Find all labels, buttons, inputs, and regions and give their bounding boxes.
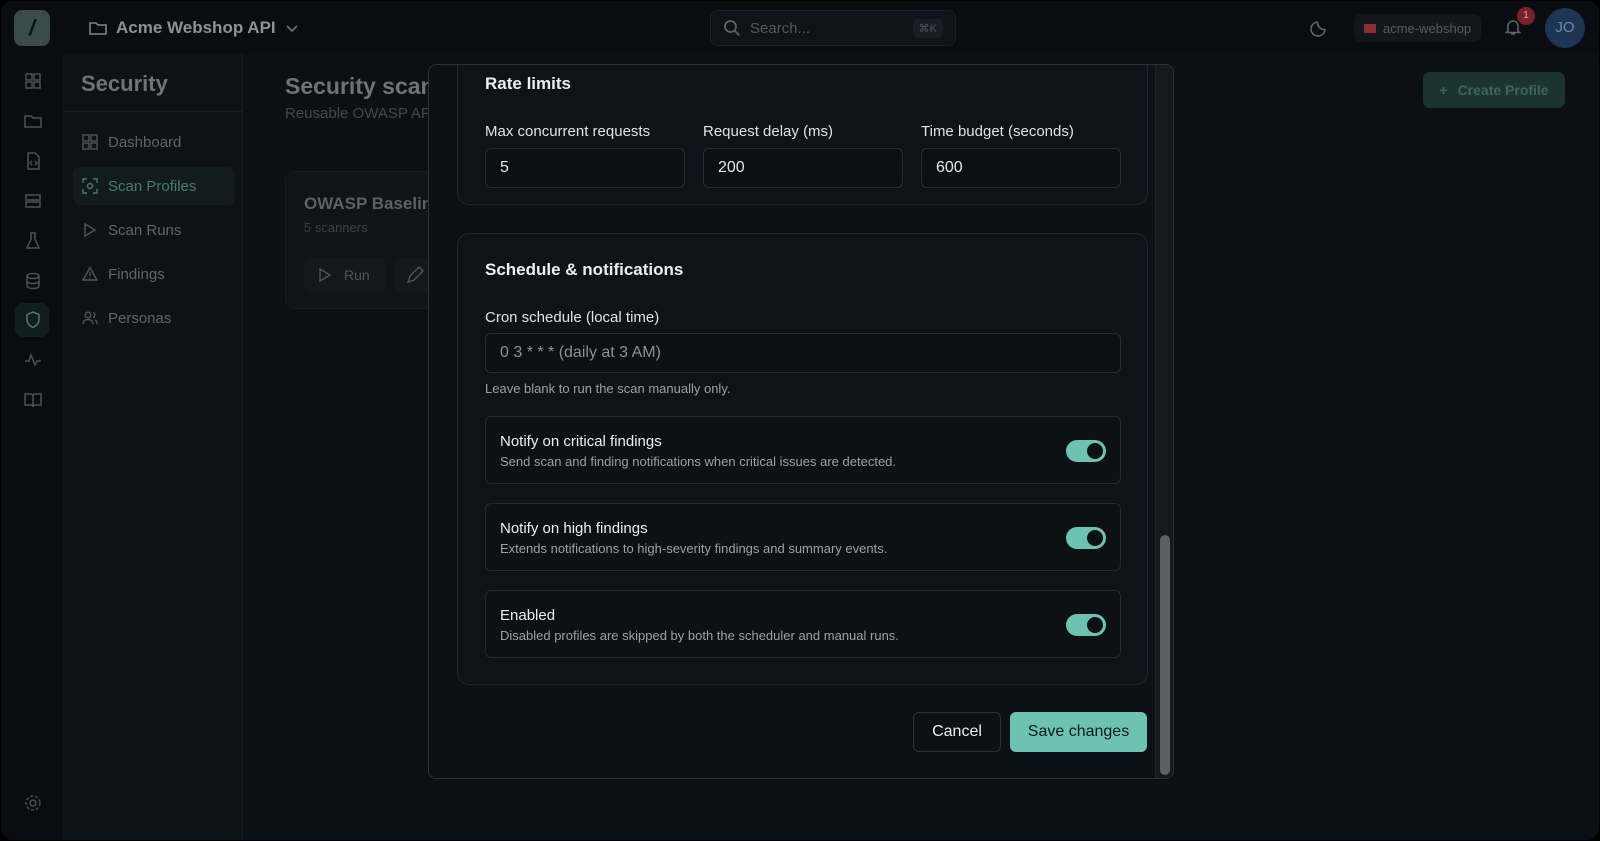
toggle-row-high: Notify on high findings Extends notifica…	[485, 503, 1121, 571]
users-icon	[82, 311, 98, 325]
sidebar-item-findings[interactable]: Findings	[73, 255, 235, 293]
run-button[interactable]: Run	[304, 258, 386, 292]
create-profile-label: Create Profile	[1457, 82, 1549, 98]
page-title: Security scan	[285, 73, 435, 99]
cron-label: Cron schedule (local time)	[485, 309, 660, 326]
sidebar-item-label: Findings	[108, 265, 165, 283]
play-icon	[84, 222, 97, 238]
rate-limits-section: Rate limits Max concurrent requests 5 Re…	[457, 65, 1148, 205]
server-icon[interactable]	[23, 191, 43, 211]
enabled-toggle[interactable]	[1066, 614, 1106, 636]
dialog-scrollbar[interactable]	[1155, 65, 1173, 778]
activity-icon[interactable]	[23, 350, 43, 370]
workspace-badge[interactable]: acme-webshop	[1354, 14, 1482, 42]
sidebar-item-label: Dashboard	[108, 133, 182, 151]
sidebar-item-scan-runs[interactable]: Scan Runs	[73, 211, 235, 249]
notify-critical-toggle[interactable]	[1066, 440, 1106, 462]
toggle-description: Send scan and finding notifications when…	[500, 454, 897, 469]
grid-icon	[82, 134, 98, 150]
save-button[interactable]: Save changes	[1010, 712, 1147, 752]
project-switcher[interactable]: Acme Webshop API	[89, 15, 299, 41]
database-icon[interactable]	[23, 271, 43, 291]
toggle-description: Disabled profiles are skipped by both th…	[500, 628, 899, 643]
notification-badge: 1	[1517, 7, 1535, 25]
toggle-description: Extends notifications to high-severity f…	[500, 541, 888, 556]
search-icon	[724, 20, 741, 37]
cron-schedule-input[interactable]: 0 3 * * * (daily at 3 AM)	[485, 333, 1121, 373]
run-label: Run	[344, 267, 370, 283]
icon-rail	[1, 53, 63, 840]
avatar[interactable]: JO	[1545, 8, 1585, 48]
project-name: Acme Webshop API	[116, 18, 276, 37]
time-budget-field[interactable]: 600	[921, 148, 1121, 188]
schedule-section: Schedule & notifications Cron schedule (…	[457, 233, 1148, 685]
edit-profile-dialog: Rate limits Max concurrent requests 5 Re…	[428, 64, 1174, 779]
moon-icon[interactable]	[1310, 17, 1330, 37]
toggle-knob	[1087, 443, 1103, 459]
sidebar-title: Security	[81, 71, 168, 96]
flask-icon[interactable]	[23, 231, 43, 251]
folder-icon[interactable]	[23, 111, 43, 131]
cancel-button[interactable]: Cancel	[913, 712, 1001, 752]
toggle-row-critical: Notify on critical findings Send scan an…	[485, 416, 1121, 484]
sidebar-item-scan-profiles[interactable]: Scan Profiles	[73, 167, 235, 205]
cron-help-text: Leave blank to run the scan manually onl…	[485, 381, 731, 396]
toggle-title: Enabled	[500, 607, 556, 624]
create-profile-button[interactable]: + Create Profile	[1423, 72, 1565, 108]
toggle-knob	[1087, 617, 1103, 633]
sidebar-item-personas[interactable]: Personas	[73, 299, 235, 337]
sidebar-item-label: Scan Runs	[108, 221, 182, 239]
workspace-name: acme-webshop	[1383, 20, 1472, 36]
time-budget-label: Time budget (seconds)	[921, 123, 1074, 140]
folder-icon	[89, 22, 107, 35]
max-concurrent-field[interactable]: 5	[485, 148, 685, 188]
request-delay-label: Request delay (ms)	[703, 123, 834, 140]
top-bar: / Acme Webshop API Search... ⌘K acme-web…	[1, 1, 1599, 53]
profile-card-title: OWASP Baselin	[304, 194, 433, 213]
shortcut-hint: ⌘K	[912, 18, 943, 38]
app-window: / Acme Webshop API Search... ⌘K acme-web…	[1, 1, 1599, 840]
toggle-title: Notify on critical findings	[500, 433, 662, 450]
warning-icon	[82, 266, 98, 281]
book-icon[interactable]	[23, 390, 43, 410]
toggle-knob	[1087, 530, 1103, 546]
scrollbar-thumb[interactable]	[1160, 535, 1170, 775]
dashboard-icon[interactable]	[23, 71, 43, 91]
rate-limits-title: Rate limits	[485, 74, 571, 93]
gear-icon[interactable]	[23, 793, 43, 813]
play-icon	[319, 268, 332, 282]
sidebar-item-label: Personas	[108, 309, 172, 327]
sidebar-item-dashboard[interactable]: Dashboard	[73, 123, 235, 161]
flag-icon	[1364, 23, 1376, 33]
schedule-title: Schedule & notifications	[485, 260, 684, 279]
shield-icon[interactable]	[23, 310, 43, 330]
search-input[interactable]: Search... ⌘K	[710, 10, 956, 46]
divider	[63, 111, 243, 112]
sidebar-item-label: Scan Profiles	[108, 177, 197, 195]
scan-icon	[82, 178, 98, 194]
request-delay-field[interactable]: 200	[703, 148, 903, 188]
notify-high-toggle[interactable]	[1066, 527, 1106, 549]
page-subtitle: Reusable OWASP AP	[285, 105, 431, 122]
profile-card-subtitle: 5 scanners	[304, 220, 368, 235]
toggle-row-enabled: Enabled Disabled profiles are skipped by…	[485, 590, 1121, 658]
chevron-down-icon	[286, 25, 298, 33]
search-placeholder: Search...	[750, 19, 811, 37]
toggle-title: Notify on high findings	[500, 520, 648, 537]
plus-icon: +	[1439, 82, 1448, 98]
file-code-icon[interactable]	[23, 151, 43, 171]
max-concurrent-label: Max concurrent requests	[485, 123, 651, 140]
app-logo[interactable]: /	[14, 10, 50, 46]
security-sidebar: Security Dashboard Scan Profiles Scan Ru…	[63, 53, 243, 840]
